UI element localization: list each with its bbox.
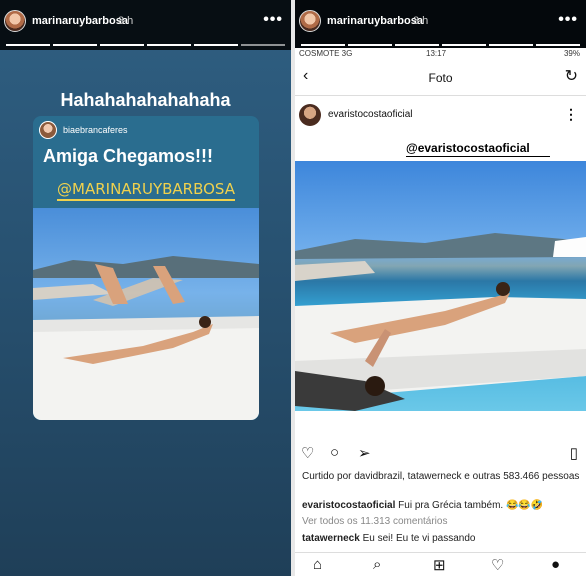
card-title: Amiga Chegamos!!! [43, 146, 214, 166]
activity-icon[interactable]: ♡ [491, 556, 504, 574]
carrier: COSMOTE 3G [299, 49, 353, 58]
post-header: ‹ Foto ↻ [295, 60, 586, 96]
story-progress-bar [6, 44, 285, 46]
story-username[interactable]: marinaruybarbosa [327, 15, 423, 27]
story-time: 3 h [118, 15, 134, 27]
bookmark-icon[interactable]: ▯ [570, 444, 578, 462]
comment-username[interactable]: evaristocostaoficial [302, 500, 395, 511]
more-icon[interactable]: ⋮ [564, 106, 578, 123]
left-story-panel: marinaruybarbosa 3 h ••• Hahahahahahahah… [0, 0, 291, 576]
post-author-row: evaristocostaoficial ⋮ [295, 96, 586, 136]
story-progress-bar [301, 44, 580, 46]
story-header: marinaruybarbosa 3 h ••• [295, 0, 586, 50]
heart-icon[interactable]: ♡ [301, 444, 314, 462]
search-icon[interactable]: ⌕ [373, 556, 381, 573]
card-mention[interactable]: @MARINARUYBARBOSA [33, 180, 259, 198]
post-photo[interactable] [295, 161, 586, 411]
likes-text[interactable]: Curtido por davidbrazil, tatawerneck e o… [302, 470, 582, 483]
photo-mention: @evaristocostaoficial [406, 141, 530, 155]
mention-underline [57, 199, 235, 201]
right-story-panel: marinaruybarbosa 3 h ••• COSMOTE 3G 13:1… [295, 0, 586, 576]
story-caption: Hahahahahahahaha [60, 90, 231, 110]
view-all-comments-link[interactable]: Ver todos os 11.313 comentários [302, 516, 447, 527]
comment-text: Eu sei! Eu te vi passando [362, 533, 476, 544]
story-username[interactable]: marinaruybarbosa [32, 15, 128, 27]
mention-underline [406, 156, 550, 157]
shared-story-card[interactable]: biaebrancaferes Amiga Chegamos!!! @MARIN… [33, 116, 259, 420]
comment-row: tatawerneck Eu sei! Eu te vi passando [302, 533, 582, 544]
story-time: 3 h [413, 15, 429, 27]
avatar[interactable] [299, 104, 321, 126]
home-icon[interactable]: ⌂ [313, 556, 322, 573]
battery: 39% [563, 49, 580, 58]
post-username[interactable]: evaristocostaoficial [328, 109, 412, 120]
comment-username[interactable]: tatawerneck [302, 533, 360, 544]
card-username: biaebrancaferes [63, 125, 128, 135]
new-post-icon[interactable]: ⊞ [433, 556, 446, 574]
phone-status-bar: COSMOTE 3G 13:17 39% [295, 48, 586, 60]
page-title: Foto [428, 71, 453, 85]
profile-icon[interactable]: ● [551, 556, 560, 573]
story-header: marinaruybarbosa 3 h ••• [0, 0, 291, 50]
more-options-icon[interactable]: ••• [263, 11, 283, 29]
avatar[interactable] [4, 10, 26, 32]
avatar[interactable] [299, 10, 321, 32]
bottom-nav: ⌂ ⌕ ⊞ ♡ ● [295, 552, 586, 576]
post-media: @evaristocostaoficial [295, 136, 586, 436]
share-icon[interactable]: ➢ [358, 444, 371, 462]
comment-row: evaristocostaoficial Fui pra Grécia tamb… [302, 500, 582, 511]
comment-text: Fui pra Grécia também. 😂😂🤣 [398, 500, 544, 511]
card-photo [33, 208, 259, 420]
card-avatar [39, 121, 57, 139]
more-options-icon[interactable]: ••• [558, 11, 578, 29]
refresh-icon[interactable]: ↻ [565, 66, 578, 86]
clock: 13:17 [426, 49, 447, 58]
post-footer: ♡ ○ ➢ ▯ Curtido por davidbrazil, tatawer… [295, 436, 586, 576]
comment-icon[interactable]: ○ [330, 444, 339, 461]
